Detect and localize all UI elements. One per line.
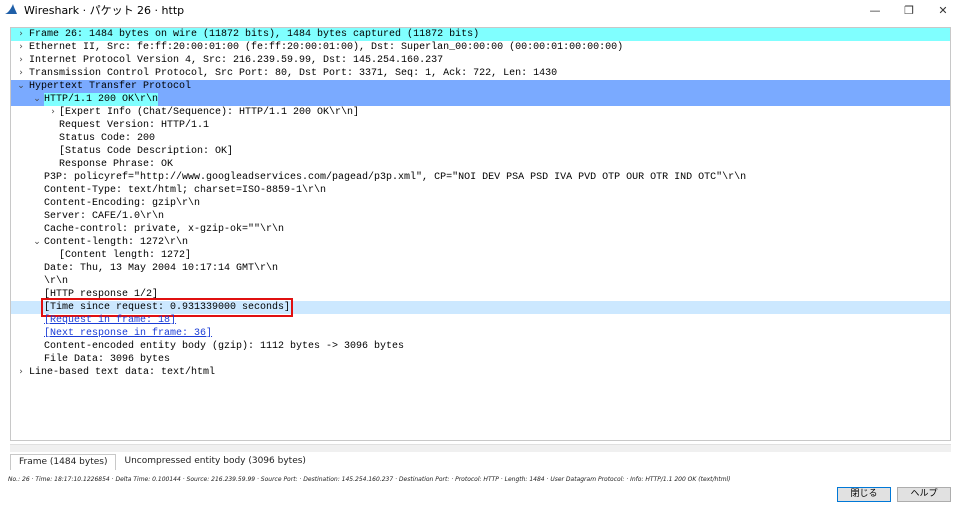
tree-row[interactable]: › Frame 26: 1484 bytes on wire (11872 bit… xyxy=(11,28,950,41)
tree-row[interactable]: Content-encoded entity body (gzip): 1112… xyxy=(11,340,950,353)
packet-details-tree[interactable]: › Frame 26: 1484 bytes on wire (11872 bit… xyxy=(10,27,951,441)
tree-row[interactable]: Cache-control: private, x-gzip-ok=""\r\n xyxy=(11,223,950,236)
window-controls: — ❐ ✕ xyxy=(858,0,960,20)
tree-row[interactable]: Status Code: 200 xyxy=(11,132,950,145)
tree-row[interactable]: Content-Encoding: gzip\r\n xyxy=(11,197,950,210)
tree-row-label: Request Version: HTTP/1.1 xyxy=(59,120,210,131)
tree-row[interactable]: › Line-based text data: text/html xyxy=(11,366,950,379)
tree-row-label: Status Code: 200 xyxy=(59,133,156,144)
tree-row[interactable]: \r\n xyxy=(11,275,950,288)
tree-row[interactable]: ⌄ Content-length: 1272\r\n xyxy=(11,236,950,249)
tree-row[interactable]: File Data: 3096 bytes xyxy=(11,353,950,366)
tree-row[interactable]: Server: CAFE/1.0\r\n xyxy=(11,210,950,223)
tree-row-label: [Status Code Description: OK] xyxy=(59,146,234,157)
tree-row[interactable]: [Status Code Description: OK] xyxy=(11,145,950,158)
collapse-arrow-icon[interactable]: ⌄ xyxy=(31,236,43,249)
tree-row-label: Frame 26: 1484 bytes on wire (11872 bits… xyxy=(29,29,480,40)
tree-row-label: [Content length: 1272] xyxy=(59,250,192,261)
tree-row[interactable]: › Internet Protocol Version 4, Src: 216.2… xyxy=(11,54,950,67)
tree-row[interactable]: ⌄ HTTP/1.1 200 OK\r\n xyxy=(11,93,950,106)
maximize-button[interactable]: ❐ xyxy=(892,0,926,20)
tree-row-label: Internet Protocol Version 4, Src: 216.23… xyxy=(29,55,444,66)
tree-row[interactable]: › Ethernet II, Src: fe:ff:20:00:01:00 (fe… xyxy=(11,41,950,54)
expand-arrow-icon[interactable]: › xyxy=(15,54,27,67)
wireshark-fin-icon xyxy=(5,4,17,14)
tab-uncompressed-entity[interactable]: Uncompressed entity body (3096 bytes) xyxy=(116,454,313,470)
expand-arrow-icon[interactable]: › xyxy=(15,41,27,54)
expand-arrow-icon[interactable]: › xyxy=(47,106,59,119)
bytes-tabs: Frame (1484 bytes) Uncompressed entity b… xyxy=(10,454,314,470)
help-button[interactable]: ヘルプ xyxy=(897,487,951,502)
close-button[interactable]: 閉じる xyxy=(837,487,891,502)
minimize-button[interactable]: — xyxy=(858,0,892,20)
tree-row-label: [Expert Info (Chat/Sequence): HTTP/1.1 2… xyxy=(59,107,360,118)
tree-row[interactable]: Content-Type: text/html; charset=ISO-885… xyxy=(11,184,950,197)
tree-row-label: File Data: 3096 bytes xyxy=(44,354,171,365)
tree-row[interactable]: [Content length: 1272] xyxy=(11,249,950,262)
tree-row[interactable]: [Time since request: 0.931339000 seconds… xyxy=(11,298,950,317)
tree-row[interactable]: › Transmission Control Protocol, Src Port… xyxy=(11,67,950,80)
tree-row-label: Content-length: 1272\r\n xyxy=(44,237,189,248)
packet-status-line: No.: 26 · Time: 18:17:10.1226854 · Delta… xyxy=(8,476,731,483)
tree-row-label: Cache-control: private, x-gzip-ok=""\r\n xyxy=(44,224,285,235)
tree-row-label: Content-Encoding: gzip\r\n xyxy=(44,198,201,209)
horizontal-scrollbar[interactable] xyxy=(10,444,951,452)
expand-arrow-icon[interactable]: › xyxy=(15,28,27,41)
expand-arrow-icon[interactable]: › xyxy=(15,67,27,80)
close-window-button[interactable]: ✕ xyxy=(926,0,960,20)
tree-row-label: HTTP/1.1 200 OK\r\n xyxy=(44,93,159,106)
tree-row[interactable]: [Request in frame: 18] xyxy=(11,314,950,327)
tree-row-label: Hypertext Transfer Protocol xyxy=(29,81,192,92)
tree-row[interactable]: [HTTP response 1/2] xyxy=(11,288,950,301)
tree-row[interactable]: Request Version: HTTP/1.1 xyxy=(11,119,950,132)
collapse-arrow-icon[interactable]: ⌄ xyxy=(15,80,27,93)
tree-row[interactable]: [Next response in frame: 36] xyxy=(11,327,950,340)
title-bar: Wireshark · パケット 26 · http — ❐ ✕ xyxy=(0,0,960,20)
window-title: Wireshark · パケット 26 · http xyxy=(24,4,185,17)
tree-row[interactable]: Date: Thu, 13 May 2004 10:17:14 GMT\r\n xyxy=(11,262,950,275)
tree-row[interactable]: Response Phrase: OK xyxy=(11,158,950,171)
highlighted-field-text: [Time since request: 0.931339000 seconds… xyxy=(40,298,294,317)
tree-row-label: Content-Type: text/html; charset=ISO-885… xyxy=(44,185,327,196)
tree-row-label: Line-based text data: text/html xyxy=(29,367,216,378)
tree-row-label: Content-encoded entity body (gzip): 1112… xyxy=(44,341,405,352)
tree-row[interactable]: › [Expert Info (Chat/Sequence): HTTP/1.1 … xyxy=(11,106,950,119)
tree-row-label: [HTTP response 1/2] xyxy=(44,289,159,300)
tree-row-label: Response Phrase: OK xyxy=(59,159,174,170)
tree-row-label: Date: Thu, 13 May 2004 10:17:14 GMT\r\n xyxy=(44,263,279,274)
tree-row-label: P3P: policyref="http://www.googleadservi… xyxy=(44,172,747,183)
collapse-arrow-icon[interactable]: ⌄ xyxy=(31,93,43,106)
expand-arrow-icon[interactable]: › xyxy=(15,366,27,379)
tree-row[interactable]: ⌄ Hypertext Transfer Protocol xyxy=(11,80,950,93)
frame-link[interactable]: [Next response in frame: 36] xyxy=(44,327,212,340)
tree-row-label: Transmission Control Protocol, Src Port:… xyxy=(29,68,558,79)
tree-row-label: Ethernet II, Src: fe:ff:20:00:01:00 (fe:… xyxy=(29,42,624,53)
tree-row[interactable]: P3P: policyref="http://www.googleadservi… xyxy=(11,171,950,184)
tree-row-label: \r\n xyxy=(44,276,69,287)
tab-frame-bytes[interactable]: Frame (1484 bytes) xyxy=(10,454,117,470)
frame-link[interactable]: [Request in frame: 18] xyxy=(44,314,176,327)
tree-row-label: Server: CAFE/1.0\r\n xyxy=(44,211,165,222)
